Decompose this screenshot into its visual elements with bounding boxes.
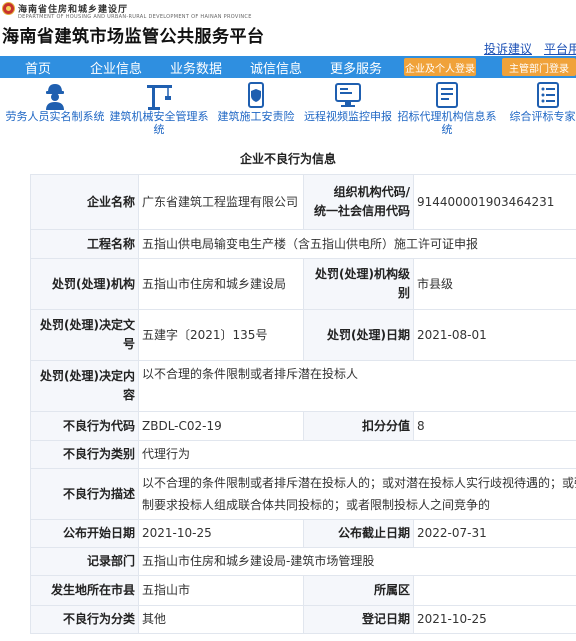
decision-date-value: 2021-08-01 [413, 309, 576, 361]
document-icon [436, 82, 458, 108]
table-row: 公布开始日期 2021-10-25 公布截止日期 2022-07-31 [30, 519, 576, 548]
publish-start-label: 公布开始日期 [30, 519, 139, 548]
service-label: 劳务人员实名制系统 [5, 110, 105, 123]
points-value: 8 [413, 411, 576, 441]
org-code-label: 组织机构代码/统一社会信用代码 [303, 174, 414, 230]
service-insurance[interactable]: 建筑施工安责险 [210, 80, 302, 123]
points-label: 扣分分值 [303, 411, 414, 441]
publish-end-label: 公布截止日期 [303, 519, 414, 548]
class-label: 不良行为分类 [30, 605, 139, 634]
dept-logo: 海南省住房和城乡建设厅 [2, 1, 128, 15]
service-experts[interactable]: 综合评标专家库 [500, 80, 576, 123]
record-dept-label: 记录部门 [30, 547, 139, 576]
service-label: 建筑机械安全管理系统 [109, 110, 209, 136]
site-header: 海南省住房和城乡建设厅 DEPARTMENT OF HOUSING AND UR… [0, 0, 576, 56]
complaint-link[interactable]: 投诉建议 [484, 40, 532, 57]
service-label: 远程视频监控申报 [304, 110, 392, 123]
decision-no-label: 处罚(处理)决定文号 [30, 309, 139, 361]
decision-no-value: 五建字〔2021〕135号 [138, 309, 304, 361]
table-row: 记录部门 五指山市住房和城乡建设局-建筑市场管理股 [30, 547, 576, 576]
desc-value: 以不合理的条件限制或者排斥潜在投标人的；或对潜在投标人实行歧视待遇的；或强制要求… [138, 468, 576, 520]
monitor-icon [335, 83, 361, 107]
table-row: 处罚(处理)决定文号 五建字〔2021〕135号 处罚(处理)日期 2021-0… [30, 309, 576, 361]
nav-more[interactable]: 更多服务 [316, 58, 396, 77]
shield-icon [248, 82, 264, 108]
project-label: 工程名称 [30, 229, 139, 259]
list-icon [537, 82, 559, 108]
decision-content-value: 以不合理的条件限制或者排斥潜在投标人 [138, 360, 576, 412]
nav-home[interactable]: 首页 [0, 58, 76, 77]
emblem-icon [2, 1, 15, 15]
site-title: 海南省建筑市场监管公共服务平台 [2, 27, 265, 47]
org-code-value: 914400001903464231 [413, 174, 576, 230]
top-links: 投诉建议 平台用 [484, 40, 576, 57]
category-label: 不良行为类别 [30, 440, 139, 469]
service-label: 招标代理机构信息系统 [397, 110, 497, 136]
table-row: 处罚(处理)决定内容 以不合理的条件限制或者排斥潜在投标人 [30, 360, 576, 412]
nav-business-data[interactable]: 业务数据 [156, 58, 236, 77]
table-row: 发生地所在市县 五指山市 所属区 [30, 575, 576, 606]
section-title: 企业不良行为信息 [239, 152, 336, 166]
table-row: 处罚(处理)机构 五指山市住房和城乡建设局 处罚(处理)机构级别 市县级 [30, 258, 576, 310]
crane-icon [147, 85, 172, 110]
org-code-label-1: 组织机构代码/ [333, 185, 410, 199]
platform-link[interactable]: 平台用 [544, 40, 576, 57]
nav-credit[interactable]: 诚信信息 [236, 58, 316, 77]
dept-subtitle: DEPARTMENT OF HOUSING AND URBAN-RURAL DE… [18, 14, 252, 20]
service-video[interactable]: 远程视频监控申报 [302, 80, 394, 123]
company-value: 广东省建筑工程监理有限公司 [138, 174, 304, 230]
service-label: 综合评标专家库 [509, 110, 576, 123]
table-row: 不良行为分类 其他 登记日期 2021-10-25 [30, 605, 576, 634]
decision-date-label: 处罚(处理)日期 [303, 309, 414, 361]
city-label: 发生地所在市县 [30, 575, 139, 606]
violation-info-table: 企业名称 广东省建筑工程监理有限公司 组织机构代码/统一社会信用代码 91440… [30, 174, 576, 634]
authority-label: 处罚(处理)机构 [30, 258, 139, 310]
desc-label: 不良行为描述 [30, 468, 139, 520]
enterprise-login-button[interactable]: 企业及个人登录 [404, 58, 476, 76]
city-value: 五指山市 [138, 575, 304, 606]
service-label: 建筑施工安责险 [217, 110, 295, 123]
service-worker[interactable]: 劳务人员实名制系统 [2, 80, 108, 123]
table-row: 不良行为类别 代理行为 [30, 440, 576, 469]
table-row: 不良行为代码 ZBDL-C02-19 扣分分值 8 [30, 411, 576, 441]
service-icons: 劳务人员实名制系统 建筑机械安全管理系统 建筑施工安责险 远程视频监控申报 招标… [0, 78, 576, 144]
publish-start-value: 2021-10-25 [138, 519, 304, 548]
table-row: 工程名称 五指山供电局输变电生产楼（含五指山供电所）施工许可证申报 [30, 229, 576, 259]
authority-level-label: 处罚(处理)机构级别 [303, 258, 414, 310]
dept-login-button[interactable]: 主管部门登录 [502, 58, 576, 76]
nav-enterprise[interactable]: 企业信息 [76, 58, 156, 77]
worker-icon [46, 84, 64, 110]
record-dept-value: 五指山市住房和城乡建设局-建筑市场管理股 [138, 547, 576, 576]
authority-value: 五指山市住房和城乡建设局 [138, 258, 304, 310]
category-value: 代理行为 [138, 440, 576, 469]
project-value: 五指山供电局输变电生产楼（含五指山供电所）施工许可证申报 [138, 229, 576, 259]
org-code-label-2: 统一社会信用代码 [313, 204, 410, 218]
district-value [413, 575, 576, 606]
main-nav: 首页 企业信息 业务数据 诚信信息 更多服务 企业及个人登录 主管部门登录 [0, 56, 576, 78]
table-row: 不良行为描述 以不合理的条件限制或者排斥潜在投标人的；或对潜在投标人实行歧视待遇… [30, 468, 576, 520]
dept-name: 海南省住房和城乡建设厅 [18, 4, 129, 15]
company-label: 企业名称 [30, 174, 139, 230]
service-agency[interactable]: 招标代理机构信息系统 [394, 80, 500, 136]
reg-date-label: 登记日期 [303, 605, 414, 634]
authority-level-value: 市县级 [413, 258, 576, 310]
service-crane[interactable]: 建筑机械安全管理系统 [108, 80, 210, 136]
table-row: 企业名称 广东省建筑工程监理有限公司 组织机构代码/统一社会信用代码 91440… [30, 174, 576, 230]
decision-content-label: 处罚(处理)决定内容 [30, 360, 139, 412]
district-label: 所属区 [303, 575, 414, 606]
class-value: 其他 [138, 605, 304, 634]
publish-end-value: 2022-07-31 [413, 519, 576, 548]
reg-date-value: 2021-10-25 [413, 605, 576, 634]
code-label: 不良行为代码 [30, 411, 139, 441]
code-value: ZBDL-C02-19 [138, 411, 304, 441]
